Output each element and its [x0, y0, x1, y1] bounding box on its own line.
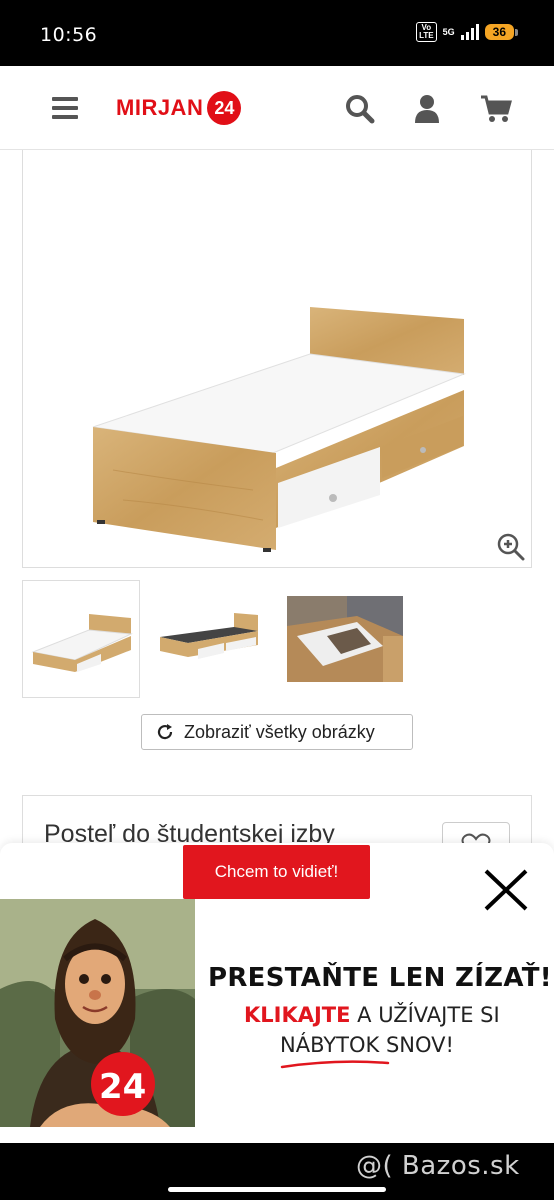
- promo-cta-button[interactable]: Chcem to vidieť!: [183, 845, 370, 899]
- thumbnail-bed-1: [31, 614, 133, 672]
- show-all-images-label: Zobraziť všetky obrázky: [184, 721, 375, 742]
- logo-badge: 24: [207, 91, 242, 125]
- home-gesture-pill[interactable]: [168, 1187, 386, 1192]
- thumbnail-3[interactable]: [286, 580, 404, 698]
- zoom-in-icon[interactable]: [497, 533, 525, 561]
- bed-image: [92, 307, 466, 552]
- promo-art-badge: 24: [99, 1067, 147, 1107]
- thumbnail-drawer-photo: [287, 596, 403, 682]
- promo-line-2: KLIKAJTE A UŽÍVAJTE SI: [244, 1003, 500, 1027]
- promo-artwork: 24: [0, 899, 195, 1127]
- promo-headline: PRESTAŇTE LEN ZÍZAŤ!: [208, 963, 552, 993]
- search-icon[interactable]: [345, 94, 375, 124]
- promo-highlight: KLIKAJTE: [244, 1003, 351, 1027]
- show-all-images-button[interactable]: Zobraziť všetky obrázky: [141, 714, 413, 750]
- network-type: 5G: [442, 27, 455, 37]
- battery-indicator: 36: [484, 24, 519, 40]
- close-icon[interactable]: [482, 867, 530, 913]
- promo-line-3: NÁBYTOK SNOV!: [280, 1033, 454, 1057]
- menu-icon[interactable]: [52, 97, 78, 119]
- bazos-watermark: @( Bazos.sk: [356, 1151, 520, 1181]
- thumbnail-strip: [22, 580, 404, 698]
- refresh-icon: [157, 724, 173, 740]
- user-icon[interactable]: [414, 94, 440, 124]
- logo-text: MIRJAN: [116, 95, 204, 120]
- promo-line-2-rest: A UŽÍVAJTE SI: [350, 1003, 500, 1027]
- status-bar: 10:56 Vo LTE 5G 36: [0, 0, 554, 66]
- mona-lisa-illustration: [0, 899, 195, 1127]
- signal-icon: [460, 24, 479, 40]
- site-header: MIRJAN 24: [0, 66, 554, 150]
- main-product-image[interactable]: [22, 150, 532, 568]
- site-logo[interactable]: MIRJAN 24: [116, 91, 242, 125]
- thumbnail-bed-2: [160, 613, 258, 659]
- promo-popup: Chcem to vidieť! 24 PRESTAŇTE LEN ZÍZAŤ!…: [0, 843, 554, 1143]
- thumbnail-1[interactable]: [22, 580, 140, 698]
- red-underline-swoosh: [280, 1060, 390, 1069]
- status-icons: Vo LTE 5G 36: [416, 22, 519, 42]
- status-time: 10:56: [40, 24, 98, 46]
- volte-icon: Vo LTE: [416, 22, 437, 42]
- thumbnail-2[interactable]: [154, 580, 272, 698]
- cart-icon[interactable]: [480, 94, 512, 124]
